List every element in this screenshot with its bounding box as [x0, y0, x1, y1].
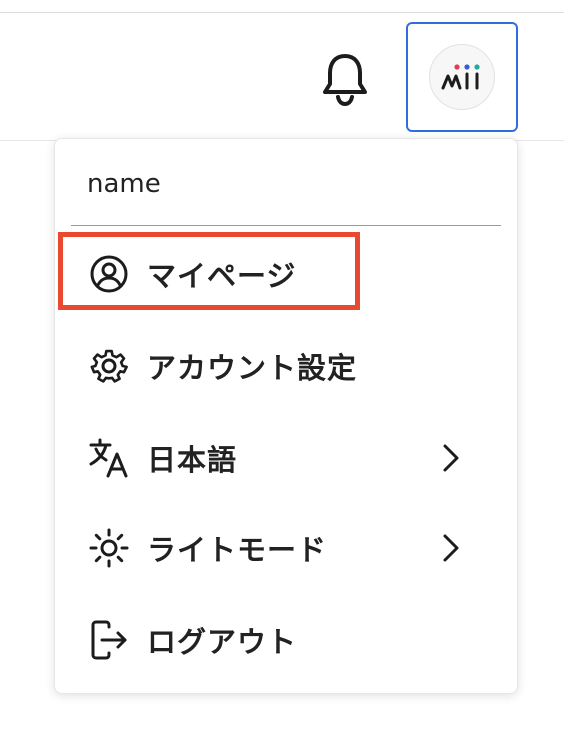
menu-item-logout[interactable]: ログアウト: [65, 603, 507, 677]
menu-item-label: マイページ: [147, 259, 297, 293]
menu-item-mypage[interactable]: マイページ: [65, 237, 507, 311]
menu-item-account-settings[interactable]: アカウント設定: [65, 329, 507, 403]
user-name: name: [87, 169, 161, 199]
bell-icon: [323, 54, 367, 107]
translate-icon: [87, 436, 131, 480]
account-menu-button[interactable]: [406, 22, 518, 132]
notifications-button[interactable]: [316, 50, 374, 108]
menu-item-label: 日本語: [147, 443, 238, 477]
sun-icon: [87, 526, 131, 570]
chevron-right-icon: [443, 444, 459, 472]
menu-item-theme[interactable]: ライトモード: [65, 511, 507, 585]
chevron-right-icon: [443, 534, 459, 562]
avatar: [429, 44, 495, 110]
logout-icon: [87, 618, 131, 662]
user-circle-icon: [87, 252, 131, 296]
mi-logo-icon: [441, 64, 480, 90]
menu-item-language[interactable]: 日本語: [65, 421, 507, 495]
menu-item-label: アカウント設定: [147, 351, 358, 385]
menu-item-label: ライトモード: [147, 533, 328, 567]
menu-item-label: ログアウト: [147, 625, 298, 659]
menu-divider: [71, 225, 501, 226]
top-divider: [0, 12, 564, 13]
account-dropdown-menu: name マイページ アカウント設定 日本語 ライトモード ログアウト: [54, 138, 518, 694]
gear-icon: [87, 344, 131, 388]
